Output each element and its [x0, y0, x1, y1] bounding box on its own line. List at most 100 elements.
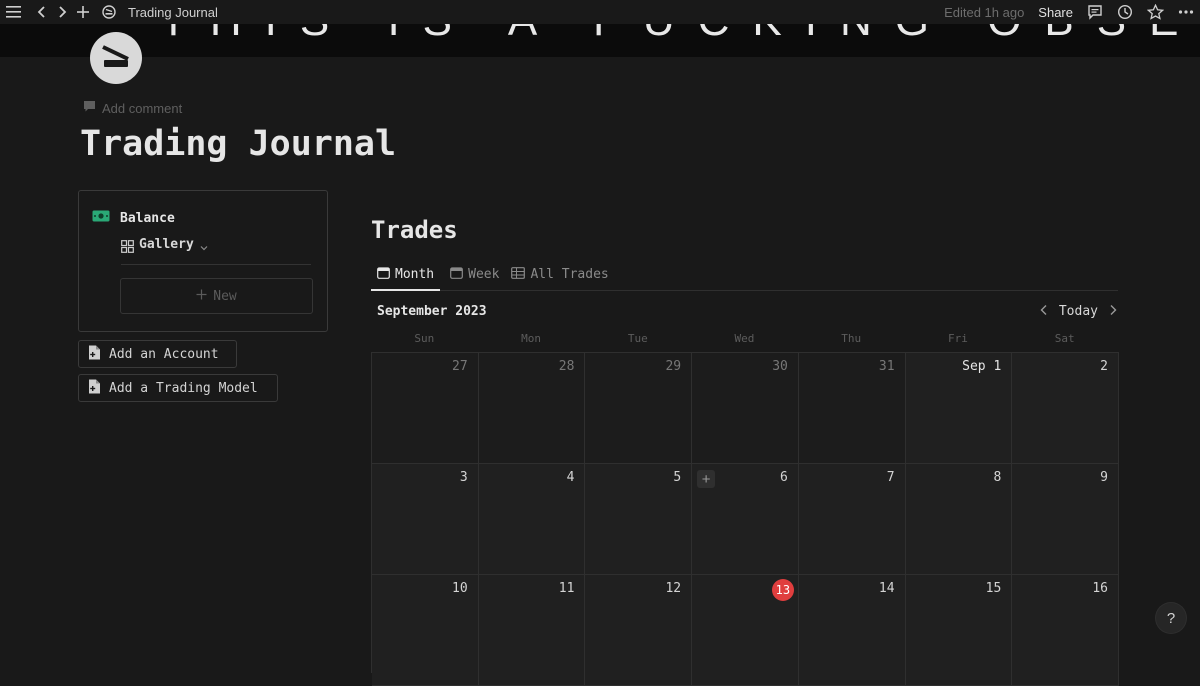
- day-number: 10: [452, 581, 468, 596]
- calendar-icon: [450, 266, 464, 283]
- calendar-day-cell[interactable]: 27: [372, 353, 479, 464]
- back-arrow-icon[interactable]: [36, 5, 48, 19]
- calendar-day-cell[interactable]: 14: [798, 575, 906, 686]
- edited-timestamp: Edited 1h ago: [944, 4, 1025, 20]
- tab-all-trades-label: All Trades: [530, 267, 609, 282]
- previous-month-icon[interactable]: [1039, 303, 1049, 319]
- plus-icon: [196, 289, 207, 304]
- page-icon[interactable]: [88, 30, 144, 86]
- calendar-day-cell[interactable]: 11: [478, 575, 586, 686]
- gallery-grid-icon: [121, 240, 134, 258]
- day-number: 15: [985, 581, 1002, 596]
- weekday-label: Wed: [734, 332, 755, 345]
- day-number: 9: [1100, 470, 1108, 485]
- comment-icon: [83, 100, 96, 116]
- calendar-day-cell[interactable]: 4: [478, 464, 586, 575]
- comments-icon[interactable]: [1087, 4, 1103, 20]
- add-account-button[interactable]: Add an Account: [78, 340, 237, 368]
- weekday-label: Tue: [627, 332, 648, 345]
- day-number: 5: [673, 470, 682, 485]
- weekday-header-row: Sun Mon Tue Wed Thu Fri Sat: [371, 332, 1118, 350]
- forward-arrow-icon[interactable]: [56, 5, 68, 19]
- new-item-label: New: [213, 288, 237, 304]
- day-number: 7: [886, 470, 895, 485]
- money-icon: [92, 209, 110, 227]
- tab-month[interactable]: Month: [371, 260, 441, 291]
- day-number: 31: [878, 359, 895, 374]
- day-number: 14: [878, 581, 895, 596]
- day-number: 8: [993, 470, 1002, 485]
- new-tab-plus-icon[interactable]: [76, 5, 90, 19]
- day-number: 27: [452, 359, 468, 374]
- history-clock-icon[interactable]: [1117, 4, 1133, 20]
- add-comment-label: Add comment: [102, 100, 183, 116]
- calendar-day-cell[interactable]: 5: [585, 464, 693, 575]
- calendar-day-cell[interactable]: 8: [905, 464, 1013, 575]
- cover-banner: THIS IS A FUCKING OBSESSION!: [0, 24, 1200, 57]
- trades-heading[interactable]: Trades: [371, 216, 458, 244]
- calendar-day-cell[interactable]: 3: [372, 464, 479, 575]
- balance-card: Balance Gallery New: [78, 190, 328, 332]
- next-month-icon[interactable]: [1108, 303, 1118, 319]
- day-number: 29: [665, 359, 682, 374]
- view-name: Gallery: [139, 237, 194, 252]
- weekday-label: Sat: [1054, 332, 1075, 345]
- add-comment-button[interactable]: Add comment: [83, 100, 182, 116]
- calendar-day-cell[interactable]: 29: [585, 353, 693, 464]
- chevron-down-icon: [199, 240, 209, 258]
- favorite-star-icon[interactable]: [1147, 4, 1164, 20]
- day-number: 11: [558, 581, 575, 596]
- day-number: 3: [459, 470, 468, 485]
- month-label: September 2023: [377, 303, 487, 319]
- page-title[interactable]: Trading Journal: [80, 124, 396, 164]
- add-account-label: Add an Account: [109, 346, 219, 362]
- calendar-header: September 2023 Today: [371, 300, 1118, 322]
- weekday-label: Thu: [841, 332, 862, 345]
- weekday-label: Mon: [521, 332, 541, 345]
- calendar-day-cell[interactable]: 9: [1012, 464, 1119, 575]
- day-number: 30: [772, 359, 788, 374]
- calendar-day-cell[interactable]: 2: [1012, 353, 1119, 464]
- calendar-day-cell[interactable]: 16: [1012, 575, 1119, 686]
- day-number: 16: [1092, 581, 1108, 596]
- calendar-day-cell[interactable]: 30: [692, 353, 799, 464]
- weekday-label: Fri: [947, 332, 968, 345]
- more-options-icon[interactable]: [1178, 9, 1194, 15]
- calendar-day-cell[interactable]: 31: [798, 353, 906, 464]
- new-item-button[interactable]: New: [120, 278, 313, 314]
- tab-all-trades[interactable]: All Trades: [505, 260, 614, 289]
- share-button[interactable]: Share: [1038, 5, 1073, 20]
- view-tabs: Month Week All Trades: [371, 260, 1118, 291]
- add-entry-plus-icon[interactable]: +: [697, 470, 716, 488]
- breadcrumb-title[interactable]: Trading Journal: [128, 5, 218, 20]
- day-number: Sep 1: [962, 359, 1002, 374]
- document-icon: [88, 345, 101, 364]
- add-trading-model-button[interactable]: Add a Trading Model: [78, 374, 278, 402]
- cover-text: THIS IS A FUCKING OBSESSION!: [160, 24, 1200, 46]
- tab-week[interactable]: Week: [444, 260, 505, 289]
- today-button[interactable]: Today: [1059, 304, 1098, 319]
- calendar-day-cell[interactable]: 28: [478, 353, 586, 464]
- top-bar: Trading Journal Edited 1h ago Share: [0, 0, 1200, 24]
- balance-label[interactable]: Balance: [120, 211, 175, 226]
- table-icon: [511, 266, 526, 283]
- page-emoji-icon: [102, 5, 116, 19]
- calendar-day-cell[interactable]: 7: [798, 464, 906, 575]
- day-number: 12: [665, 581, 682, 596]
- tab-week-label: Week: [468, 267, 500, 282]
- calendar-day-cell[interactable]: Sep 1: [905, 353, 1013, 464]
- calendar-grid: 27 28 29 30 31 Sep 1 2 3 4 5 6 + 7 8 9 10 11 12 13 14 15 16: [371, 352, 1119, 686]
- day-number: 2: [1100, 359, 1108, 374]
- calendar-day-cell[interactable]: 6 +: [692, 464, 799, 575]
- today-date-badge: 13: [771, 579, 794, 601]
- menu-icon[interactable]: [6, 5, 22, 19]
- calendar-day-cell[interactable]: 10: [372, 575, 479, 686]
- view-selector[interactable]: Gallery: [121, 237, 311, 265]
- calendar-day-cell[interactable]: 13: [692, 575, 799, 686]
- calendar-day-cell[interactable]: 12: [585, 575, 693, 686]
- calendar-day-cell[interactable]: 15: [905, 575, 1013, 686]
- tab-month-label: Month: [395, 267, 435, 282]
- calendar-icon: [377, 266, 390, 283]
- help-button[interactable]: ?: [1156, 603, 1186, 633]
- document-icon: [88, 379, 101, 398]
